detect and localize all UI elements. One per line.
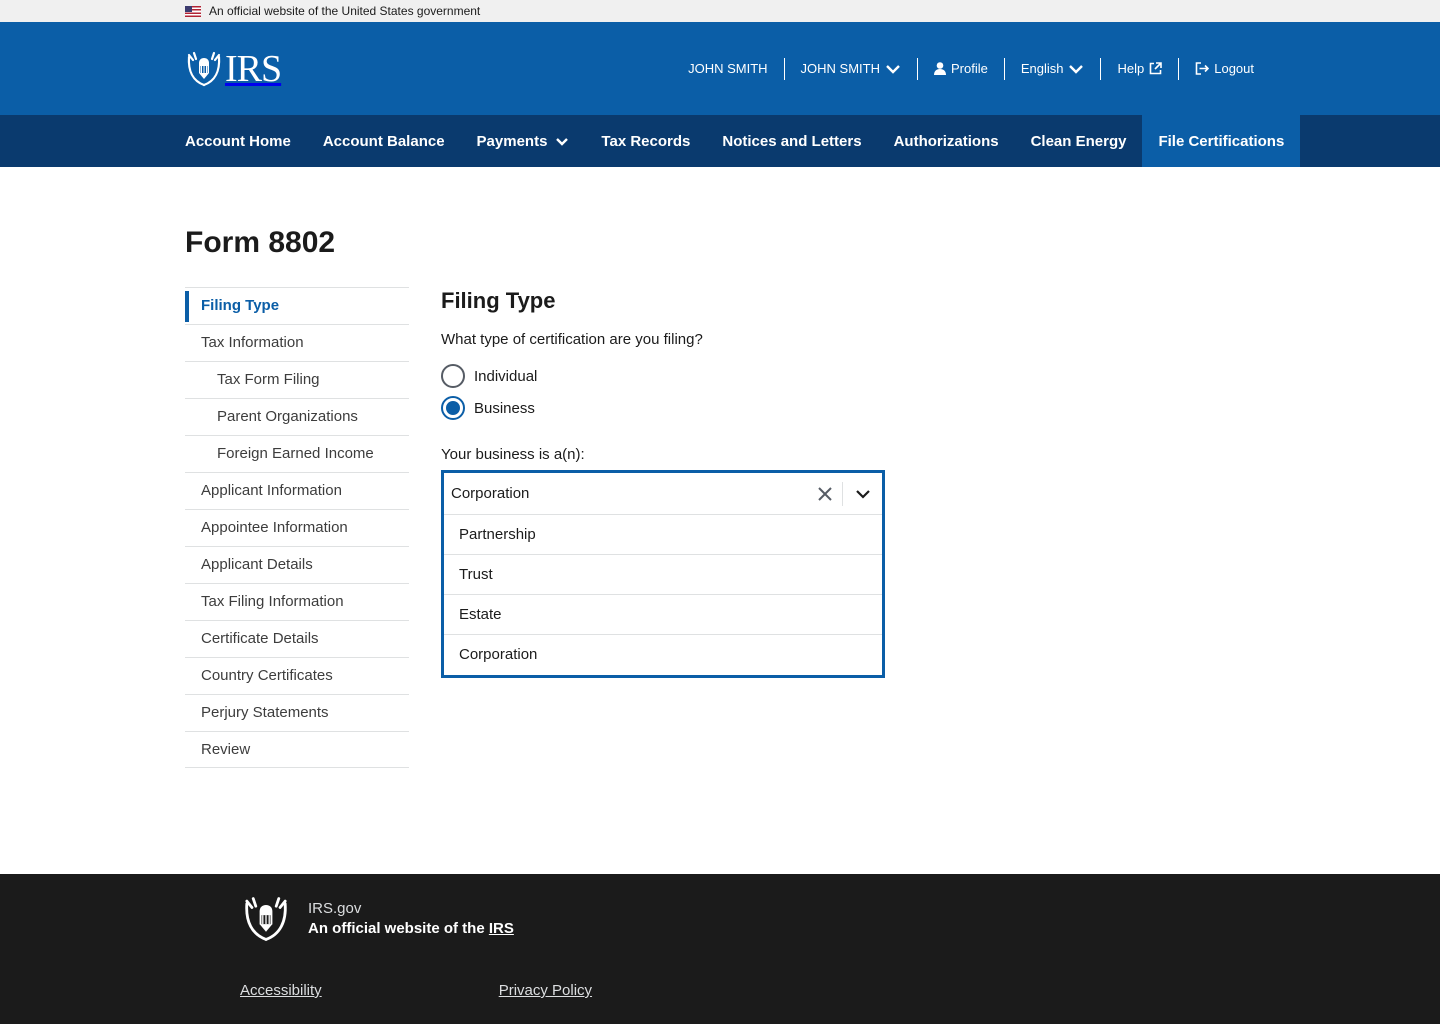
util-label: JOHN SMITH (800, 61, 880, 76)
sidenav-appointee-information[interactable]: Appointee Information (185, 509, 409, 546)
nav-notices-letters[interactable]: Notices and Letters (706, 115, 877, 167)
business-type-label: Your business is a(n): (441, 446, 585, 463)
side-nav: Filing Type Tax Information Tax Form Fil… (185, 287, 409, 768)
footer-accessibility-link[interactable]: Accessibility (240, 982, 322, 999)
sidenav-applicant-information[interactable]: Applicant Information (185, 472, 409, 509)
close-icon[interactable] (808, 473, 842, 515)
option-estate[interactable]: Estate (444, 595, 882, 635)
gov-banner-text: An official website of the United States… (209, 4, 481, 18)
sidenav-tax-form-filing[interactable]: Tax Form Filing (185, 361, 409, 398)
sidenav-perjury-statements[interactable]: Perjury Statements (185, 694, 409, 731)
chevron-down-icon (555, 137, 569, 146)
footer-tagline: An official website of the IRS (308, 919, 514, 939)
radio-button-unchecked[interactable] (441, 364, 465, 388)
util-label: Help (1117, 61, 1145, 76)
option-trust[interactable]: Trust (444, 555, 882, 595)
filing-type-form: Filing Type What type of certification a… (441, 288, 901, 678)
nav-label: Tax Records (601, 132, 691, 150)
footer-privacy-link[interactable]: Privacy Policy (499, 982, 592, 999)
gov-banner: An official website of the United States… (0, 0, 1440, 22)
chevron-down-icon (885, 64, 901, 74)
nav-authorizations[interactable]: Authorizations (878, 115, 1015, 167)
irs-logo[interactable]: IRS (185, 47, 282, 90)
sidenav-certificate-details[interactable]: Certificate Details (185, 620, 409, 657)
nav-file-certifications[interactable]: File Certifications (1142, 115, 1301, 167)
profile-link[interactable]: Profile (916, 57, 1004, 80)
footer-tagline-text: An official website of the (308, 920, 485, 937)
certification-question: What type of certification are you filin… (441, 331, 703, 348)
util-label: English (1020, 61, 1064, 76)
nav-label: Authorizations (893, 132, 999, 150)
nav-label: Clean Energy (1030, 132, 1127, 150)
help-link[interactable]: Help (1100, 57, 1178, 80)
radio-label: Business (474, 399, 535, 417)
language-dropdown[interactable]: English (1003, 57, 1101, 80)
radio-button-checked[interactable] (441, 396, 465, 420)
combobox-input-row (444, 473, 882, 515)
util-label: Profile (950, 61, 988, 76)
nav-label: Payments (476, 132, 548, 150)
sidenav-tax-filing-information[interactable]: Tax Filing Information (185, 583, 409, 620)
util-label: JOHN SMITH (688, 61, 768, 76)
logo-text: IRS (225, 47, 282, 90)
site-header: IRS JOHN SMITH JOHN SMITH Profile Englis… (0, 22, 1440, 115)
nav-account-home[interactable]: Account Home (169, 115, 307, 167)
external-link-icon (1149, 62, 1163, 75)
sidenav-tax-information[interactable]: Tax Information (185, 324, 409, 361)
page-title: Form 8802 (185, 226, 336, 259)
nav-clean-energy[interactable]: Clean Energy (1015, 115, 1143, 167)
primary-nav: Account Home Account Balance Payments Ta… (0, 115, 1440, 167)
user-menu-dropdown[interactable]: JOHN SMITH (783, 57, 917, 80)
nav-label: Notices and Letters (722, 132, 862, 150)
nav-label: Account Home (185, 132, 291, 150)
sidenav-foreign-earned-income[interactable]: Foreign Earned Income (185, 435, 409, 472)
us-flag-icon (185, 5, 201, 17)
logout-link[interactable]: Logout (1178, 57, 1254, 80)
chevron-down-icon (1068, 64, 1084, 74)
sidenav-review[interactable]: Review (185, 731, 409, 768)
sidenav-country-certificates[interactable]: Country Certificates (185, 657, 409, 694)
nav-tax-records[interactable]: Tax Records (585, 115, 706, 167)
radio-business[interactable]: Business (441, 392, 901, 424)
logout-icon (1195, 62, 1210, 75)
sidenav-filing-type[interactable]: Filing Type (185, 287, 409, 324)
util-label: Logout (1214, 61, 1254, 76)
nav-label: File Certifications (1158, 132, 1285, 150)
nav-account-balance[interactable]: Account Balance (307, 115, 461, 167)
footer-brand: IRS.gov An official website of the IRS (240, 896, 514, 942)
business-type-input[interactable] (444, 485, 808, 502)
chevron-down-icon[interactable] (843, 473, 882, 515)
section-heading: Filing Type (441, 288, 556, 313)
sidenav-applicant-details[interactable]: Applicant Details (185, 546, 409, 583)
sidenav-parent-organizations[interactable]: Parent Organizations (185, 398, 409, 435)
option-partnership[interactable]: Partnership (444, 515, 882, 555)
radio-individual[interactable]: Individual (441, 360, 901, 392)
utility-nav: JOHN SMITH JOHN SMITH Profile English He… (672, 57, 1254, 80)
radio-label: Individual (474, 367, 538, 385)
footer-site-name: IRS.gov (308, 900, 362, 917)
nav-label: Account Balance (322, 132, 445, 150)
user-name-link[interactable]: JOHN SMITH (672, 58, 783, 80)
option-corporation[interactable]: Corporation (444, 635, 882, 675)
nav-payments[interactable]: Payments (461, 115, 586, 167)
business-type-combobox[interactable]: Partnership Trust Estate Corporation (441, 470, 885, 678)
person-icon (933, 62, 946, 75)
site-footer: IRS.gov An official website of the IRS A… (0, 874, 1440, 1024)
eagle-emblem-icon (187, 51, 221, 86)
footer-irs-link[interactable]: IRS (489, 920, 514, 937)
footer-links: Accessibility Privacy Policy (240, 982, 592, 999)
eagle-emblem-icon (245, 897, 287, 941)
